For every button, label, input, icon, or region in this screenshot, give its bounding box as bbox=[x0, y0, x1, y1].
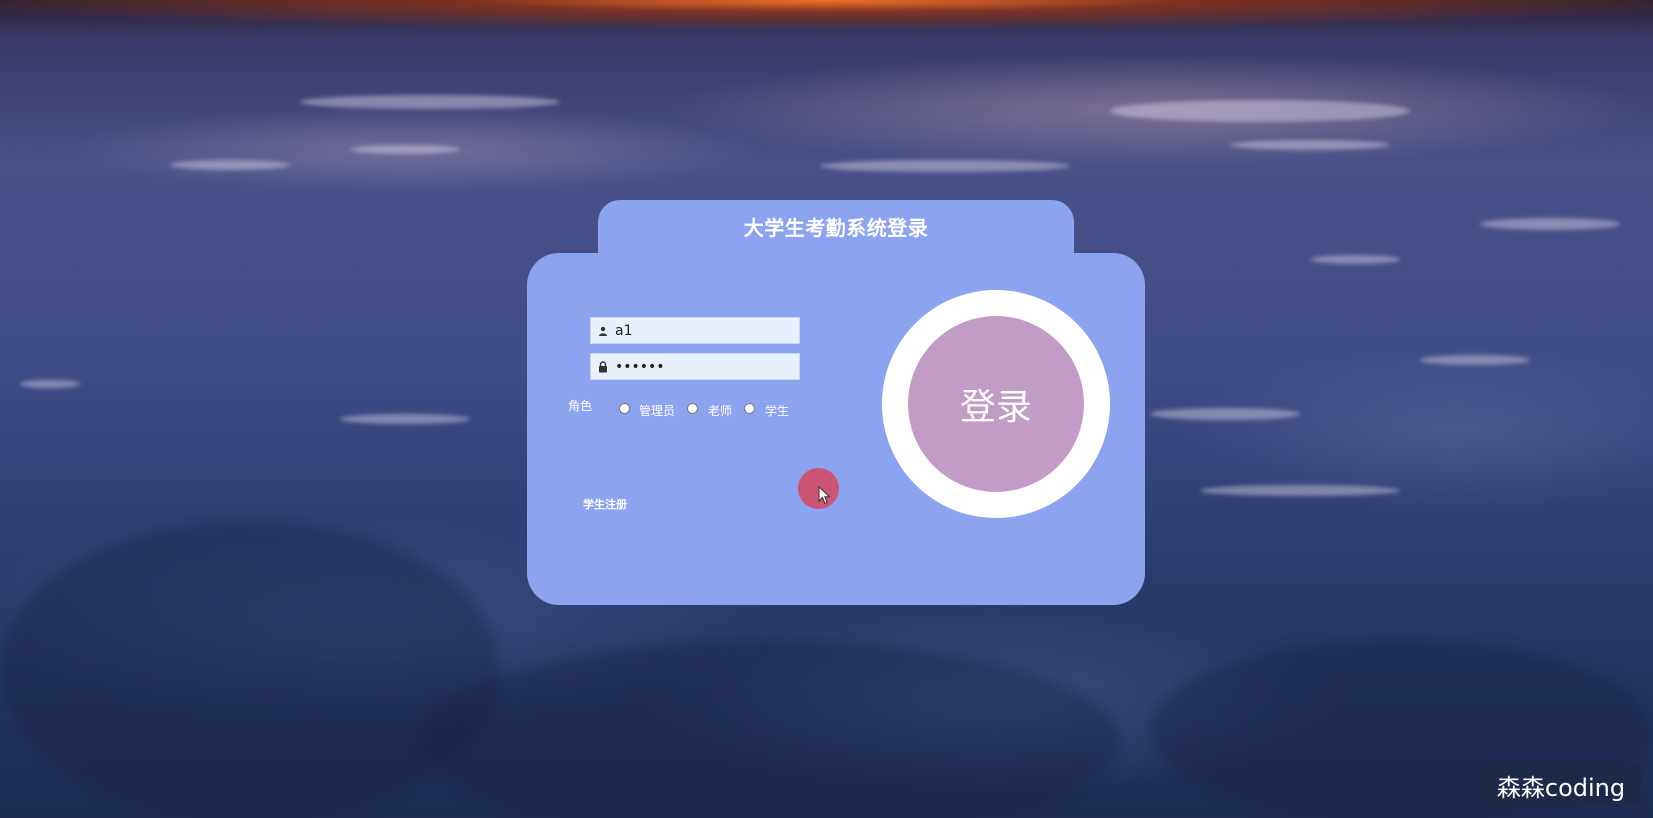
role-radio-student[interactable] bbox=[744, 403, 755, 414]
role-radio-teacher[interactable] bbox=[687, 403, 698, 414]
student-register-link[interactable]: 学生注册 bbox=[583, 496, 627, 512]
role-admin-label: 管理员 bbox=[639, 404, 676, 418]
username-input[interactable] bbox=[615, 322, 785, 339]
mouse-pointer-icon bbox=[818, 486, 831, 505]
login-button[interactable]: 登录 bbox=[908, 316, 1084, 492]
lock-icon bbox=[591, 360, 615, 373]
role-student-label: 学生 bbox=[765, 404, 790, 418]
watermark: 森森coding bbox=[1481, 764, 1641, 806]
password-input[interactable]: •••••• bbox=[615, 359, 665, 375]
user-icon bbox=[591, 326, 615, 336]
role-label: 角色 bbox=[568, 399, 593, 413]
login-title: 大学生考勤系统登录 bbox=[743, 216, 929, 240]
role-teacher-label: 老师 bbox=[708, 404, 733, 418]
role-radio-admin[interactable] bbox=[619, 403, 630, 414]
username-field[interactable] bbox=[590, 317, 800, 344]
password-field[interactable]: •••••• bbox=[590, 353, 800, 380]
